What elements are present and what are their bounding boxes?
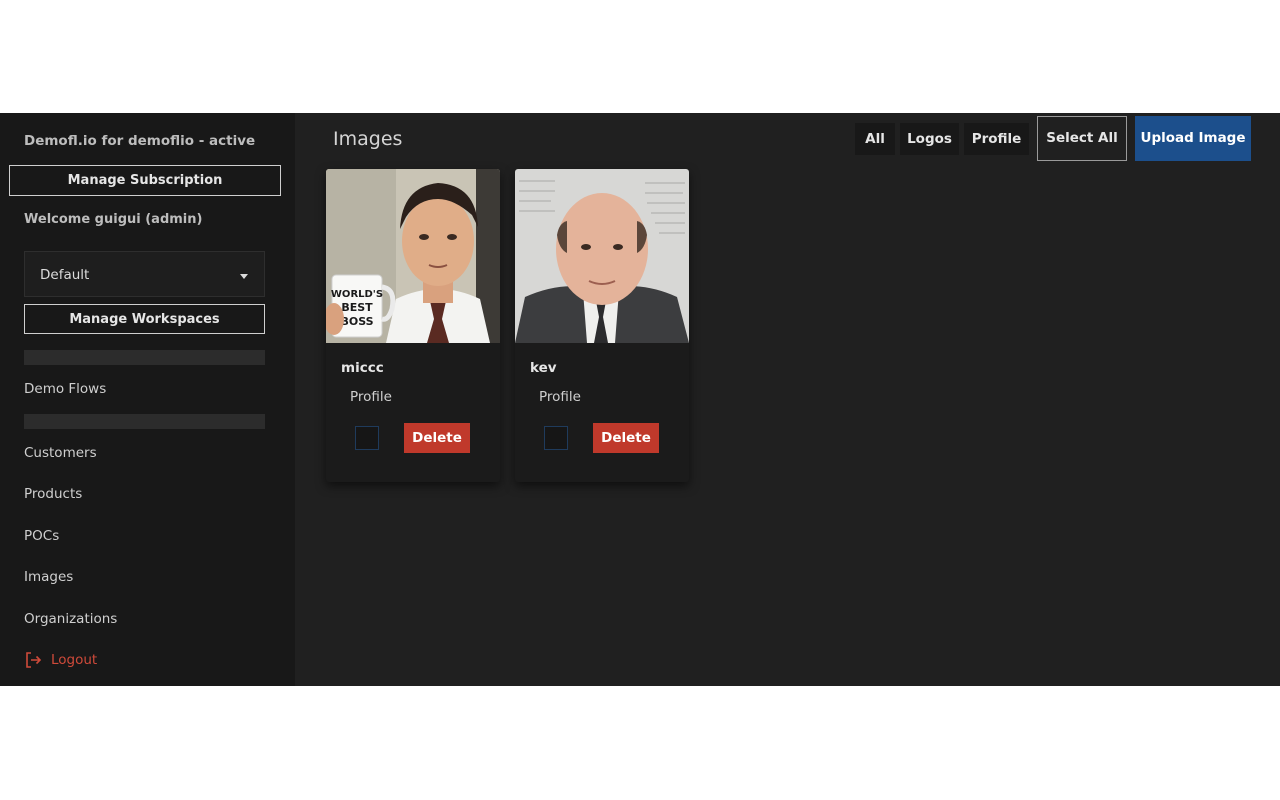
nav-products[interactable]: Products	[24, 486, 82, 502]
upload-image-button[interactable]: Upload Image	[1135, 116, 1251, 161]
profile-photo: WORLD'S BEST BOSS	[326, 169, 500, 343]
card-tag: Profile	[350, 389, 392, 405]
logout-label: Logout	[51, 652, 98, 668]
app-window: Demofl.io for demoflio - active Manage S…	[0, 113, 1280, 686]
logout-icon	[26, 652, 42, 668]
divider	[24, 350, 265, 365]
logout-link[interactable]: Logout	[24, 652, 114, 670]
nav-pocs[interactable]: POCs	[24, 528, 59, 544]
select-checkbox[interactable]	[544, 426, 568, 450]
welcome-text: Welcome guigui (admin)	[24, 212, 203, 227]
delete-button[interactable]: Delete	[593, 423, 659, 453]
nav-images[interactable]: Images	[24, 569, 73, 585]
divider	[24, 414, 265, 429]
caret-down-icon	[240, 274, 248, 279]
select-checkbox[interactable]	[355, 426, 379, 450]
profile-photo-image	[515, 169, 689, 343]
card-tag: Profile	[539, 389, 581, 405]
nav-demo-flows[interactable]: Demo Flows	[24, 381, 106, 397]
workspace-select-value: Default	[40, 267, 90, 283]
page-title: Images	[333, 128, 403, 150]
card-name: miccc	[341, 360, 384, 376]
select-all-button[interactable]: Select All	[1037, 116, 1127, 161]
nav-customers[interactable]: Customers	[24, 445, 97, 461]
manage-subscription-button[interactable]: Manage Subscription	[9, 165, 281, 196]
profile-photo	[515, 169, 689, 343]
nav-organizations[interactable]: Organizations	[24, 611, 117, 627]
filter-all-button[interactable]: All	[855, 123, 895, 155]
delete-button[interactable]: Delete	[404, 423, 470, 453]
profile-photo-image: WORLD'S BEST BOSS	[326, 169, 500, 343]
mug-text-line: BEST	[341, 301, 373, 314]
manage-workspaces-button[interactable]: Manage Workspaces	[24, 304, 265, 334]
brand-title: Demofl.io for demoflio - active	[24, 133, 256, 149]
mug-text-line: WORLD'S	[331, 289, 383, 300]
workspace-select[interactable]: Default	[24, 251, 265, 297]
sidebar: Demofl.io for demoflio - active Manage S…	[0, 113, 295, 686]
card-name: kev	[530, 360, 557, 376]
filter-profile-button[interactable]: Profile	[964, 123, 1029, 155]
image-card: WORLD'S BEST BOSS miccc Profile Delete	[326, 169, 500, 482]
image-card: kev Profile Delete	[515, 169, 689, 482]
mug-text-line: BOSS	[340, 315, 373, 328]
filter-logos-button[interactable]: Logos	[900, 123, 959, 155]
